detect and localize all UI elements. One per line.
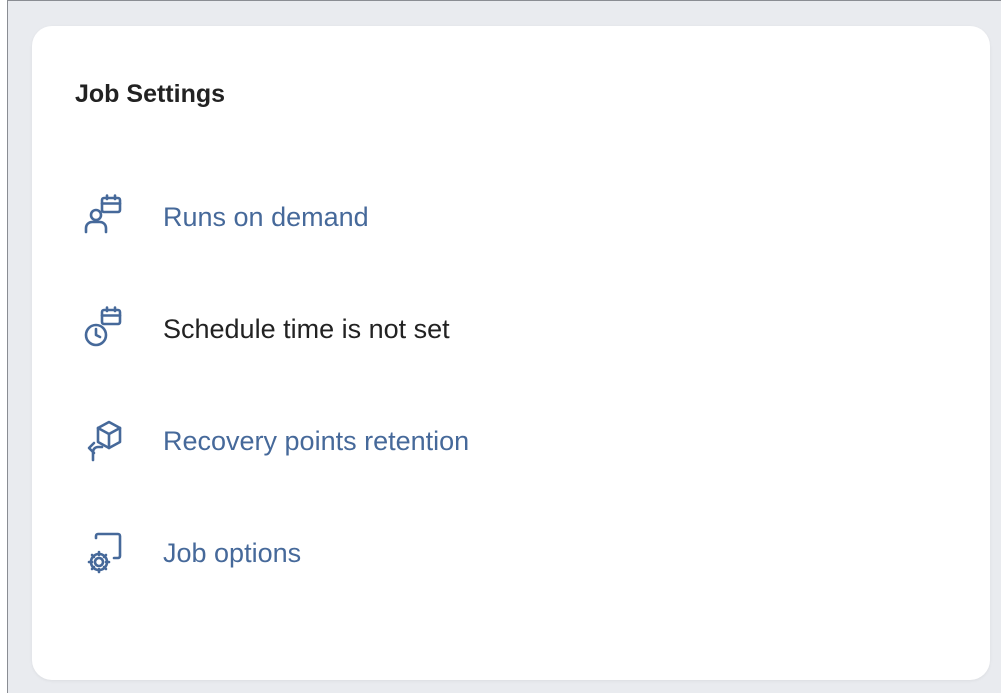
window-frame-top (0, 0, 1001, 1)
setting-schedule-time: Schedule time is not set (82, 301, 450, 357)
recovery-points-retention-link[interactable]: Recovery points retention (163, 425, 469, 457)
box-return-arrow-icon (82, 417, 124, 465)
setting-runs-on-demand[interactable]: Runs on demand (82, 189, 369, 245)
card-title: Job Settings (75, 80, 226, 108)
clock-calendar-icon (82, 305, 124, 353)
window-frame-left (0, 0, 8, 693)
setting-recovery-points-retention[interactable]: Recovery points retention (82, 413, 469, 469)
job-settings-card: Job Settings Runs on demand Schedule tim… (32, 26, 990, 680)
user-calendar-icon (82, 193, 124, 241)
job-options-link[interactable]: Job options (163, 537, 301, 569)
setting-job-options[interactable]: Job options (82, 525, 301, 581)
runs-on-demand-link[interactable]: Runs on demand (163, 201, 369, 233)
schedule-status-text: Schedule time is not set (163, 314, 450, 344)
gear-window-icon (82, 529, 124, 577)
